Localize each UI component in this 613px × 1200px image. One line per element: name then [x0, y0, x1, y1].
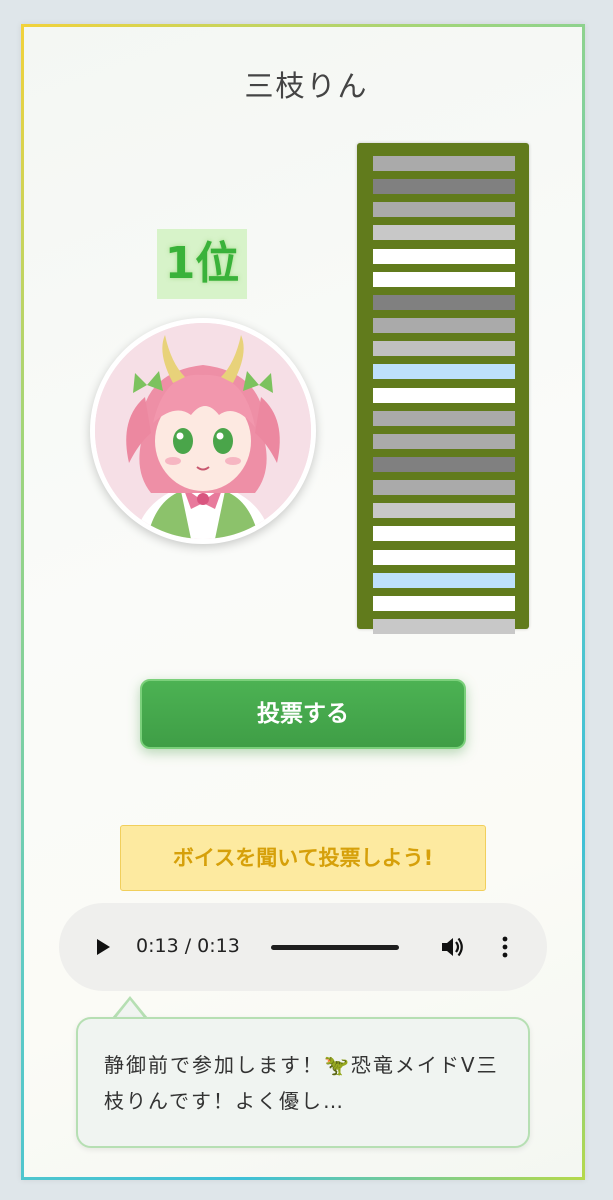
vote-bar	[373, 202, 515, 217]
vote-bar	[373, 457, 515, 472]
vote-bar	[373, 573, 515, 588]
vote-hint-banner: ボイスを聞いて投票しよう!	[120, 825, 486, 891]
vote-bar	[373, 388, 515, 403]
more-options-icon[interactable]	[497, 935, 513, 959]
vote-bars-panel	[357, 143, 529, 634]
vote-bar	[373, 341, 515, 356]
vote-bar	[373, 225, 515, 240]
volume-icon[interactable]	[440, 935, 466, 959]
vote-bar	[373, 272, 515, 287]
comment-bubble: 静御前で参加します！🦖恐竜メイドV三枝りんです！よく優し…	[76, 1017, 530, 1148]
vote-bar	[373, 503, 515, 518]
vote-bar	[373, 179, 515, 194]
play-icon[interactable]	[93, 937, 113, 957]
vote-bar	[373, 619, 515, 634]
vote-bar	[373, 364, 515, 379]
vote-bar	[373, 249, 515, 264]
vote-bar	[373, 318, 515, 333]
vote-bar	[373, 550, 515, 565]
vote-bar	[373, 480, 515, 495]
vote-bar	[373, 295, 515, 310]
vote-bar	[373, 596, 515, 611]
vote-bar	[373, 434, 515, 449]
vote-button[interactable]: 投票する	[140, 679, 466, 749]
vote-bar	[373, 156, 515, 171]
audio-player: 0:13 / 0:13	[59, 903, 547, 991]
vote-bar	[373, 526, 515, 541]
comment-text: 静御前で参加します！🦖恐竜メイドV三枝りんです！よく優し…	[104, 1053, 499, 1113]
candidate-name: 三枝りん	[244, 69, 369, 103]
audio-time-display: 0:13 / 0:13	[136, 935, 240, 957]
vote-bar	[373, 411, 515, 426]
avatar-illustration	[95, 323, 311, 539]
audio-progress-track[interactable]	[271, 945, 399, 950]
rank-badge: 1位	[157, 229, 247, 299]
avatar	[90, 318, 316, 544]
